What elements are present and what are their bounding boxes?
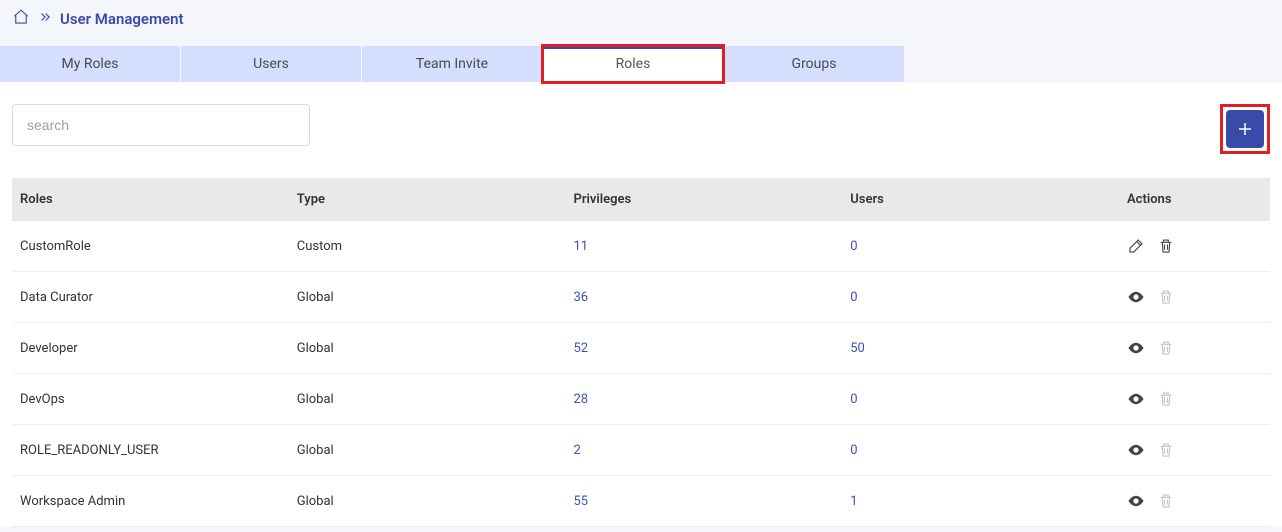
tab-bar: My Roles Users Team Invite Roles Groups [0,46,1282,82]
cell-privileges[interactable]: 52 [566,323,843,374]
cell-role: ROLE_READONLY_USER [12,425,289,476]
chevron-double-right-icon [38,10,52,28]
col-header-privileges: Privileges [566,178,843,221]
delete-icon [1157,288,1175,306]
cell-role: Data Curator [12,272,289,323]
breadcrumb: User Management [0,0,1282,46]
cell-privileges[interactable]: 36 [566,272,843,323]
cell-privileges[interactable]: 55 [566,476,843,527]
cell-privileges[interactable]: 11 [566,221,843,272]
delete-icon [1157,390,1175,408]
tab-roles[interactable]: Roles [543,46,723,82]
table-row: CustomRoleCustom110 [12,221,1270,272]
view-icon[interactable] [1127,339,1145,357]
col-header-actions: Actions [1119,178,1270,221]
cell-users[interactable]: 0 [842,425,1119,476]
view-icon[interactable] [1127,441,1145,459]
view-icon[interactable] [1127,288,1145,306]
delete-icon[interactable] [1157,237,1175,255]
home-icon[interactable] [12,8,30,30]
content-area: Roles Type Privileges Users Actions Cust… [0,82,1282,527]
tab-users[interactable]: Users [181,46,361,82]
table-row: Data CuratorGlobal360 [12,272,1270,323]
col-header-type: Type [289,178,566,221]
cell-actions [1119,272,1270,323]
table-row: Workspace AdminGlobal551 [12,476,1270,527]
cell-type: Global [289,272,566,323]
cell-type: Global [289,476,566,527]
cell-type: Global [289,425,566,476]
search-input[interactable] [12,104,310,146]
cell-users[interactable]: 0 [842,221,1119,272]
delete-icon [1157,441,1175,459]
cell-type: Global [289,374,566,425]
tab-team-invite[interactable]: Team Invite [362,46,542,82]
cell-privileges[interactable]: 28 [566,374,843,425]
cell-actions [1119,323,1270,374]
toolbar [12,104,1270,154]
add-role-button[interactable] [1226,110,1264,148]
cell-users[interactable]: 50 [842,323,1119,374]
cell-type: Global [289,323,566,374]
delete-icon [1157,492,1175,510]
cell-actions [1119,476,1270,527]
table-row: DeveloperGlobal5250 [12,323,1270,374]
cell-role: Developer [12,323,289,374]
edit-icon[interactable] [1127,237,1145,255]
cell-users[interactable]: 1 [842,476,1119,527]
col-header-roles: Roles [12,178,289,221]
tab-groups[interactable]: Groups [724,46,904,82]
add-button-highlight [1220,104,1270,154]
table-row: ROLE_READONLY_USERGlobal20 [12,425,1270,476]
page-title: User Management [60,10,184,28]
cell-actions [1119,374,1270,425]
cell-actions [1119,425,1270,476]
cell-users[interactable]: 0 [842,374,1119,425]
cell-privileges[interactable]: 2 [566,425,843,476]
cell-role: Workspace Admin [12,476,289,527]
view-icon[interactable] [1127,390,1145,408]
cell-actions [1119,221,1270,272]
delete-icon [1157,339,1175,357]
cell-users[interactable]: 0 [842,272,1119,323]
view-icon[interactable] [1127,492,1145,510]
roles-table: Roles Type Privileges Users Actions Cust… [12,178,1270,527]
cell-role: DevOps [12,374,289,425]
table-row: DevOpsGlobal280 [12,374,1270,425]
col-header-users: Users [842,178,1119,221]
tab-my-roles[interactable]: My Roles [0,46,180,82]
cell-role: CustomRole [12,221,289,272]
cell-type: Custom [289,221,566,272]
